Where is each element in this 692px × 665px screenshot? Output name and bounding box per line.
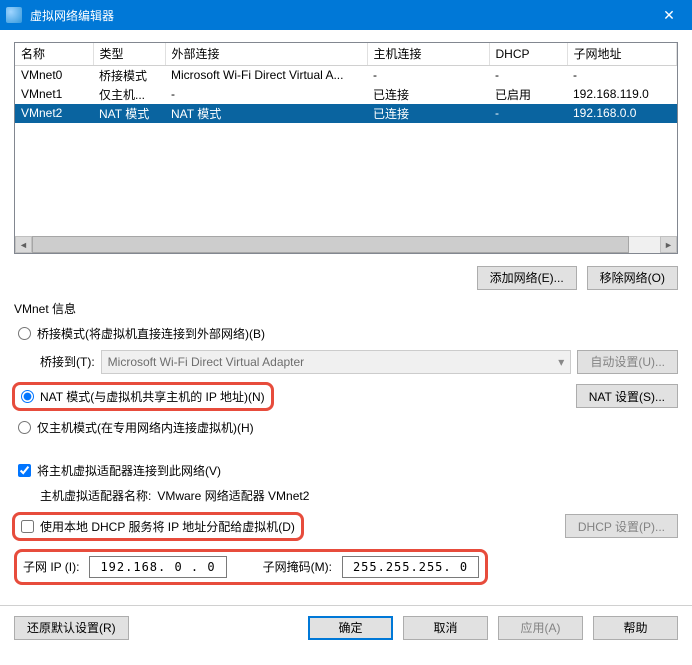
use-dhcp-checkbox[interactable] (21, 520, 34, 533)
col-name[interactable]: 名称 (15, 43, 93, 65)
col-subnet[interactable]: 子网地址 (567, 43, 677, 65)
ok-button[interactable]: 确定 (308, 616, 393, 640)
col-ext[interactable]: 外部连接 (165, 43, 367, 65)
cell-name: VMnet1 (15, 85, 93, 104)
close-button[interactable]: ✕ (646, 0, 692, 30)
restore-defaults-button[interactable]: 还原默认设置(R) (14, 616, 129, 640)
subnet-mask-input[interactable]: 255.255.255. 0 (342, 556, 479, 578)
host-adapter-name-value: VMware 网络适配器 VMnet2 (157, 487, 309, 504)
table-row[interactable]: VMnet1仅主机...-已连接已启用192.168.119.0 (15, 85, 677, 104)
cell-host: 已连接 (367, 104, 489, 123)
cell-name: VMnet2 (15, 104, 93, 123)
cell-subnet: - (567, 66, 677, 85)
app-icon (6, 7, 22, 23)
dhcp-settings-button: DHCP 设置(P)... (565, 514, 678, 538)
subnet-mask-label: 子网掩码(M): (263, 558, 332, 575)
table-row[interactable]: VMnet2NAT 模式NAT 模式已连接-192.168.0.0 (15, 104, 677, 123)
hostonly-radio[interactable] (18, 421, 31, 434)
cell-type: 桥接模式 (93, 66, 165, 85)
cell-subnet: 192.168.0.0 (567, 104, 677, 123)
cancel-button[interactable]: 取消 (403, 616, 488, 640)
nat-settings-button[interactable]: NAT 设置(S)... (576, 384, 678, 408)
connect-host-checkbox[interactable] (18, 464, 31, 477)
apply-button: 应用(A) (498, 616, 583, 640)
bridged-label: 桥接模式(将虚拟机直接连接到外部网络)(B) (37, 325, 265, 342)
col-host[interactable]: 主机连接 (367, 43, 489, 65)
network-table: 名称 类型 外部连接 主机连接 DHCP 子网地址 VMnet0桥接模式Micr… (14, 42, 678, 254)
horizontal-scrollbar[interactable]: ◄ ► (15, 236, 677, 253)
bottom-bar: 还原默认设置(R) 确定 取消 应用(A) 帮助 (0, 605, 692, 650)
cell-ext: - (165, 85, 367, 104)
connect-host-label: 将主机虚拟适配器连接到此网络(V) (37, 462, 221, 479)
cell-host: - (367, 66, 489, 85)
remove-network-button[interactable]: 移除网络(O) (587, 266, 678, 290)
col-dhcp[interactable]: DHCP (489, 43, 567, 65)
window-title: 虚拟网络编辑器 (30, 7, 646, 24)
add-network-button[interactable]: 添加网络(E)... (477, 266, 577, 290)
table-row[interactable]: VMnet0桥接模式Microsoft Wi-Fi Direct Virtual… (15, 66, 677, 85)
hostonly-label: 仅主机模式(在专用网络内连接虚拟机)(H) (37, 419, 254, 436)
bridge-adapter-value: Microsoft Wi-Fi Direct Virtual Adapter (108, 355, 305, 369)
bridged-radio[interactable] (18, 327, 31, 340)
scroll-right-icon[interactable]: ► (660, 236, 677, 253)
titlebar: 虚拟网络编辑器 ✕ (0, 0, 692, 30)
cell-type: NAT 模式 (93, 104, 165, 123)
cell-dhcp: - (489, 66, 567, 85)
auto-settings-button: 自动设置(U)... (577, 350, 678, 374)
chevron-down-icon: ▾ (558, 355, 564, 369)
nat-label: NAT 模式(与虚拟机共享主机的 IP 地址)(N) (40, 388, 265, 405)
cell-subnet: 192.168.119.0 (567, 85, 677, 104)
cell-type: 仅主机... (93, 85, 165, 104)
host-adapter-name-label: 主机虚拟适配器名称: (40, 487, 151, 504)
nat-radio[interactable] (21, 390, 34, 403)
subnet-ip-label: 子网 IP (I): (23, 558, 79, 575)
help-button[interactable]: 帮助 (593, 616, 678, 640)
bridge-adapter-combo[interactable]: Microsoft Wi-Fi Direct Virtual Adapter ▾ (101, 350, 572, 374)
cell-host: 已连接 (367, 85, 489, 104)
vmnet-info-label: VMnet 信息 (14, 300, 678, 317)
use-dhcp-label: 使用本地 DHCP 服务将 IP 地址分配给虚拟机(D) (40, 518, 295, 535)
scroll-thumb[interactable] (32, 236, 629, 253)
bridge-to-label: 桥接到(T): (40, 353, 95, 370)
cell-name: VMnet0 (15, 66, 93, 85)
subnet-ip-input[interactable]: 192.168. 0 . 0 (89, 556, 226, 578)
table-header: 名称 类型 外部连接 主机连接 DHCP 子网地址 (15, 43, 677, 65)
cell-dhcp: - (489, 104, 567, 123)
cell-ext: Microsoft Wi-Fi Direct Virtual A... (165, 66, 367, 85)
cell-dhcp: 已启用 (489, 85, 567, 104)
col-type[interactable]: 类型 (93, 43, 165, 65)
cell-ext: NAT 模式 (165, 104, 367, 123)
scroll-left-icon[interactable]: ◄ (15, 236, 32, 253)
